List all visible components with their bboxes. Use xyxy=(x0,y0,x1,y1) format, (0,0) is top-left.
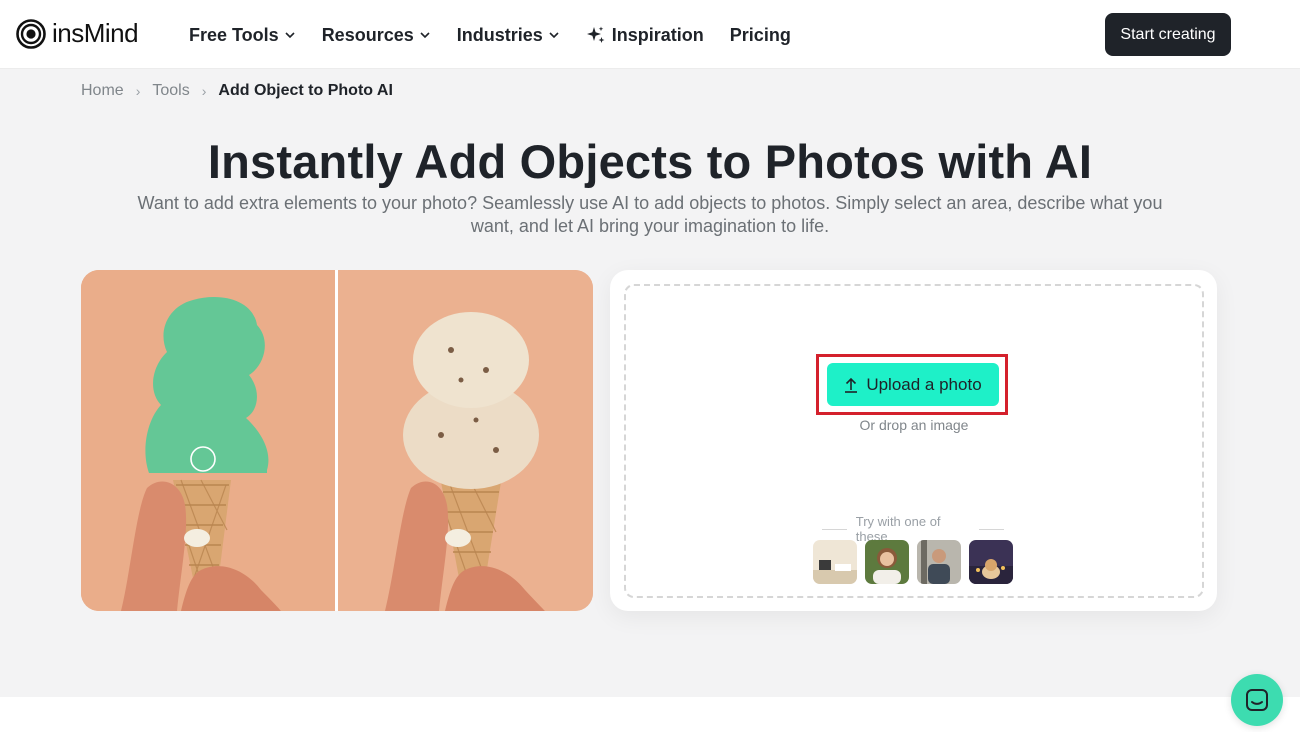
brand-logo[interactable]: insMind xyxy=(16,18,139,49)
brand-name: insMind xyxy=(52,18,139,48)
chevron-down-icon xyxy=(420,32,430,39)
nav-industries[interactable]: Industries xyxy=(457,25,560,46)
chevron-right-icon: › xyxy=(201,83,207,99)
page-subtitle: Want to add extra elements to your photo… xyxy=(137,193,1163,236)
sample-woman-thumbnail[interactable] xyxy=(865,540,909,584)
chevron-down-icon xyxy=(285,32,295,39)
page-title: Instantly Add Objects to Photos with AI xyxy=(207,135,1093,188)
chat-icon xyxy=(1246,689,1268,711)
chat-support-button[interactable] xyxy=(1231,674,1283,726)
nav-pricing[interactable]: Pricing xyxy=(730,25,791,46)
nav-inspiration-label: Inspiration xyxy=(611,24,704,45)
sample-images xyxy=(813,540,1013,584)
nav-free-tools-label: Free Tools xyxy=(189,24,279,45)
nav-inspiration[interactable]: Inspiration xyxy=(586,25,704,46)
nav-resources-label: Resources xyxy=(321,24,414,45)
upload-photo-label: Upload a photo xyxy=(866,374,982,394)
sample-room-thumbnail[interactable] xyxy=(813,540,857,584)
divider xyxy=(822,528,847,530)
footer-band xyxy=(0,697,1300,732)
before-after-demo-image xyxy=(81,270,593,611)
breadcrumb-tools[interactable]: Tools xyxy=(152,82,189,100)
breadcrumb: Home › Tools › Add Object to Photo AI xyxy=(81,82,393,100)
breadcrumb-current: Add Object to Photo AI xyxy=(218,82,393,99)
top-navigation-bar: insMind Free Tools Resources Industries … xyxy=(0,0,1300,69)
sample-man-thumbnail[interactable] xyxy=(917,540,961,584)
sparkle-icon xyxy=(586,26,605,43)
chevron-right-icon: › xyxy=(135,83,141,99)
nav-resources[interactable]: Resources xyxy=(322,25,431,46)
start-creating-button[interactable]: Start creating xyxy=(1105,13,1231,56)
upload-photo-button[interactable]: Upload a photo xyxy=(827,363,999,406)
nav-free-tools[interactable]: Free Tools xyxy=(189,25,296,46)
breadcrumb-home[interactable]: Home xyxy=(81,82,124,100)
divider xyxy=(979,528,1004,530)
logo-icon xyxy=(16,18,46,49)
sample-dog-thumbnail[interactable] xyxy=(969,540,1013,584)
chevron-down-icon xyxy=(549,32,559,39)
nav-pricing-label: Pricing xyxy=(729,24,791,45)
drop-hint-text: Or drop an image xyxy=(859,417,969,433)
upload-arrow-icon xyxy=(845,377,858,393)
main-nav: Free Tools Resources Industries Inspirat… xyxy=(189,22,817,48)
nav-industries-label: Industries xyxy=(456,24,543,45)
